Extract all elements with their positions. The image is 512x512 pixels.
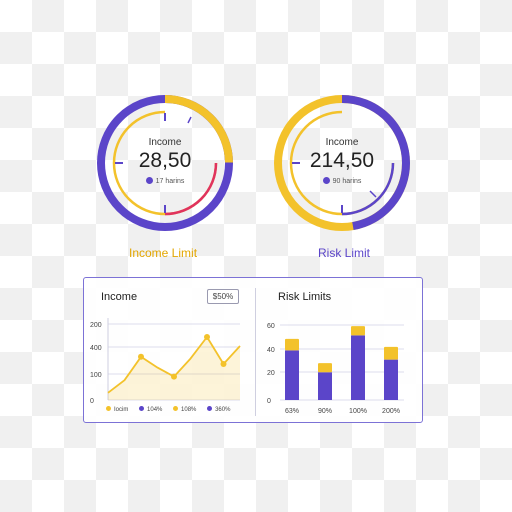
income-limit-title: Income Limit [129,246,198,260]
gauge-subtext: 17 harins [95,177,235,185]
income-point [220,361,227,367]
legend-label: 108% [181,407,197,413]
legend-dot-icon [106,406,111,411]
legend-dot-icon [173,406,179,411]
legend-label: 104% [147,407,163,413]
income-tick-label: 0 [90,398,94,405]
risk-tick-label: 0 [267,398,271,405]
legend-item: 108% [173,406,196,413]
legend-label: 360% [215,407,231,413]
risk-bar-base [285,350,299,400]
income-area-fill [108,337,240,400]
risk-tick-label: 60 [267,323,275,330]
gauge-label: Income [325,137,359,148]
charts-panel: Income $50% Risk Limits 200 400 100 0 60 40 2… [83,277,423,423]
risk-tick-label: 40 [267,347,275,354]
risk-chart-title: Risk Limits [278,291,332,303]
status-dot-icon [145,177,153,184]
legend-item: Iocim [106,406,128,413]
income-legend: Iocim 104% 108% 360% [106,406,239,413]
legend-item: 360% [207,406,230,413]
legend-dot-icon [207,406,213,411]
risk-category-label: 100% [349,408,367,415]
risk-bar-cap [285,338,299,351]
legend-item: 104% [139,406,162,413]
risk-limit-title: Risk Limit [318,246,371,260]
risk-bar-cap [318,363,332,373]
income-tick-label: 200 [90,322,102,329]
risk-bar-base [384,359,398,400]
gauge-value: 214,50 [309,149,375,172]
gauge-subtext-label: 17 harins [155,178,185,185]
income-area-chart: 200 400 100 0 [90,318,241,405]
income-point [171,373,177,380]
status-dot-icon [322,177,330,184]
income-tick-label: 100 [90,372,102,379]
legend-dot-icon [139,406,145,411]
risk-bar-cap [384,346,398,360]
income-point [204,334,210,340]
income-limit-gauge: Income 28,50 17 harins [95,93,235,233]
risk-bar-base [318,372,332,400]
gauge-subtext: 90 harins [272,177,412,185]
income-point [138,353,144,360]
risk-category-label: 90% [318,408,332,415]
gauge-subtext-label: 90 harins [332,178,362,185]
risk-category-label: 200% [382,408,400,415]
risk-category-label: 63% [285,408,299,415]
legend-label: Iocim [114,407,129,413]
risk-bar-cap [351,326,365,336]
risk-limit-gauge: Income 214,50 90 harins [272,93,412,233]
gauge-label: Income [148,137,182,148]
risk-tick-label: 20 [267,370,275,377]
income-tick-label: 400 [90,345,102,352]
risk-bar-base [351,335,365,400]
gauge-value: 28,50 [138,149,192,172]
